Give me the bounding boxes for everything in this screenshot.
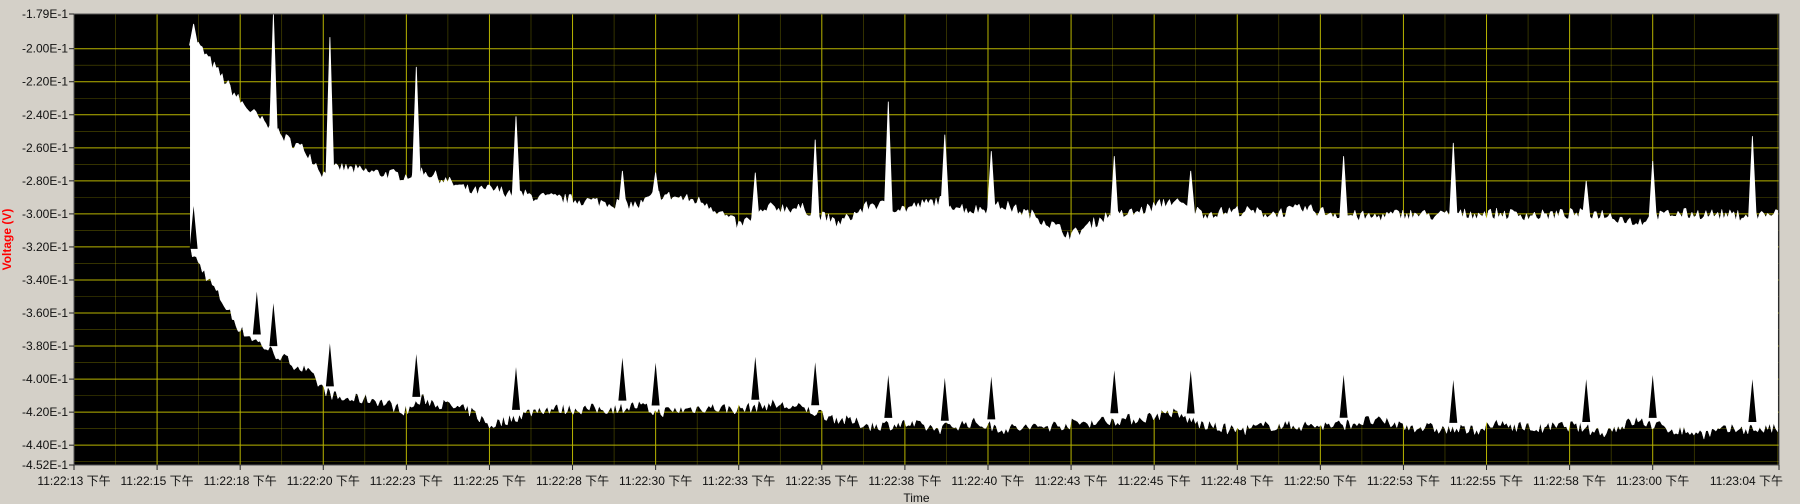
y-axis-title: Voltage (V) <box>0 209 14 271</box>
x-tick-label: 11:22:33 下午 <box>702 474 775 488</box>
y-tick-label: -4.40E-1 <box>22 438 68 452</box>
x-tick-label: 11:22:48 下午 <box>1201 474 1274 488</box>
x-tick-label: 11:22:58 下午 <box>1533 474 1606 488</box>
y-tick-label: -4.52E-1 <box>22 458 68 472</box>
x-tick-label: 11:23:04 下午 <box>1710 474 1783 488</box>
y-tick-label: -2.60E-1 <box>22 141 68 155</box>
y-tick-label: -2.20E-1 <box>22 75 68 89</box>
x-tick-label: 11:22:40 下午 <box>951 474 1024 488</box>
x-axis-ticks: 11:22:13 下午 11:22:15 下午 11:22:18 下午 11:22:2… <box>37 465 1783 488</box>
x-tick-label: 11:22:53 下午 <box>1367 474 1440 488</box>
x-tick-label: 11:22:50 下午 <box>1284 474 1357 488</box>
x-tick-label: 11:22:38 下午 <box>868 474 941 488</box>
x-tick-label: 11:22:18 下午 <box>204 474 277 488</box>
voltage-time-chart: -1.79E-1 -2.00E-1 -2.20E-1 -2.40E-1 -2.60E-1… <box>0 7 1783 504</box>
x-tick-label: 11:22:30 下午 <box>619 474 692 488</box>
y-tick-label: -2.40E-1 <box>22 108 68 122</box>
chart-window: -1.79E-1 -2.00E-1 -2.20E-1 -2.40E-1 -2.60E-1… <box>0 0 1800 504</box>
x-tick-label: 11:22:43 下午 <box>1034 474 1107 488</box>
y-tick-label: -3.60E-1 <box>22 306 68 320</box>
y-axis-ticks: -1.79E-1 -2.00E-1 -2.20E-1 -2.40E-1 -2.60E-1… <box>22 7 74 472</box>
x-tick-label: 11:22:28 下午 <box>536 474 609 488</box>
x-tick-label: 11:22:15 下午 <box>121 474 194 488</box>
y-tick-label: -3.00E-1 <box>22 207 68 221</box>
x-tick-label: 11:23:00 下午 <box>1616 474 1689 488</box>
y-tick-label: -2.00E-1 <box>22 42 68 56</box>
y-tick-label: -4.20E-1 <box>22 405 68 419</box>
y-tick-label: -3.80E-1 <box>22 339 68 353</box>
x-tick-label: 11:22:20 下午 <box>287 474 360 488</box>
x-tick-label: 11:22:13 下午 <box>37 474 110 488</box>
x-axis-title: Time <box>903 491 930 504</box>
y-tick-label: -3.40E-1 <box>22 273 68 287</box>
x-tick-label: 11:22:25 下午 <box>453 474 526 488</box>
x-tick-label: 11:22:23 下午 <box>370 474 443 488</box>
x-tick-label: 11:22:45 下午 <box>1118 474 1191 488</box>
y-tick-label: -2.80E-1 <box>22 174 68 188</box>
x-tick-label: 11:22:35 下午 <box>785 474 858 488</box>
y-tick-label: -3.20E-1 <box>22 240 68 254</box>
x-tick-label: 11:22:55 下午 <box>1450 474 1523 488</box>
y-tick-label: -4.00E-1 <box>22 372 68 386</box>
y-tick-label: -1.79E-1 <box>22 7 68 21</box>
